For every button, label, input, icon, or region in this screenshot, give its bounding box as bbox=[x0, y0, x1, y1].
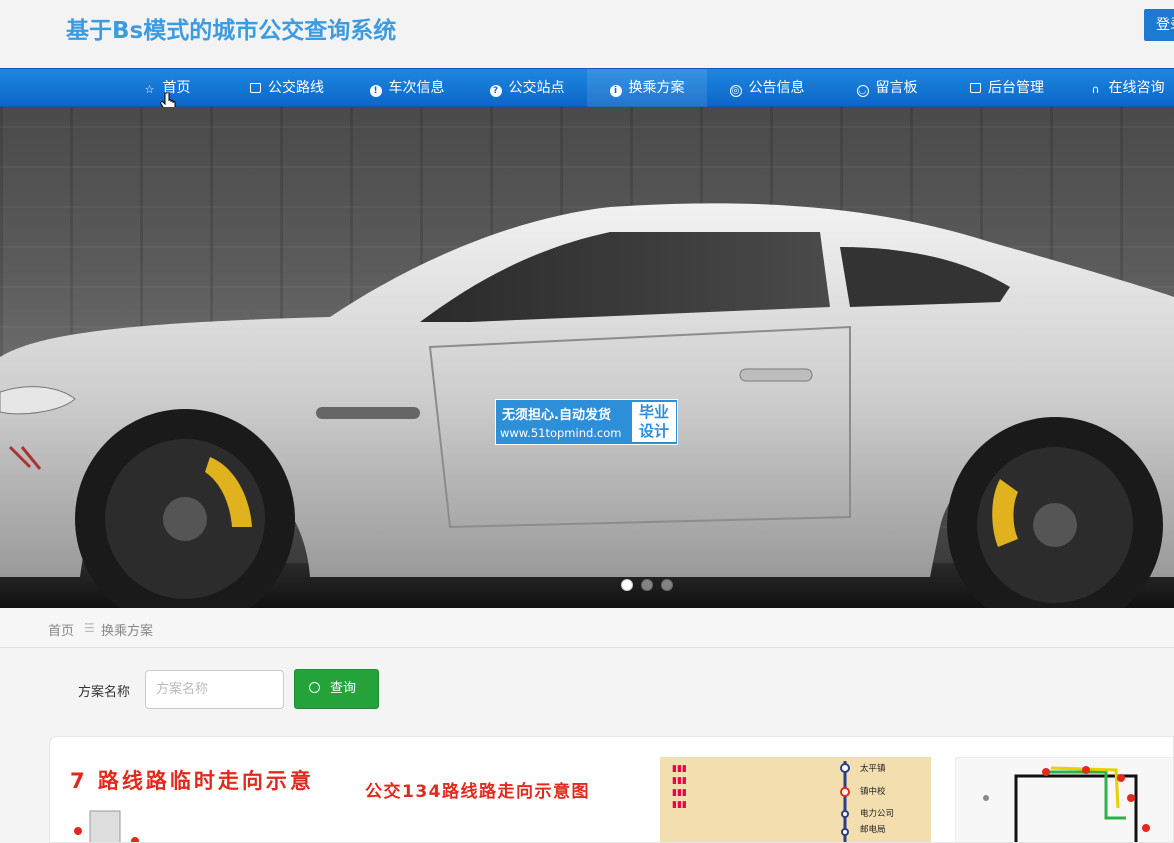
carousel-dot-1[interactable] bbox=[621, 579, 633, 591]
nav-item-label: 留言板 bbox=[875, 80, 918, 96]
watermark-url: www.51topmind.com bbox=[500, 426, 622, 440]
map-stop-label: 电力公司 bbox=[860, 809, 895, 819]
nav-item-stations[interactable]: ? 公交站点 bbox=[467, 69, 587, 107]
site-header: 基于Bs模式的城市公交查询系统 登录 bbox=[0, 0, 1174, 68]
watermark-badge: 无须担心.自动发货 www.51topmind.com 毕业设计 bbox=[495, 399, 678, 445]
nav-item-label: 公交站点 bbox=[508, 80, 565, 96]
sports-car-image bbox=[0, 203, 1174, 608]
headset-icon: ∩ bbox=[1091, 83, 1100, 96]
search-button-label: 查询 bbox=[330, 681, 357, 696]
map-stop-label: 镇中校 bbox=[860, 787, 886, 797]
search-label: 方案名称 bbox=[78, 685, 131, 700]
search-icon bbox=[309, 682, 320, 693]
nav-item-notices[interactable]: ◎ 公告信息 bbox=[707, 69, 827, 107]
nav-item-label: 换乘方案 bbox=[628, 80, 685, 96]
question-icon: ? bbox=[489, 85, 502, 97]
breadcrumb-home[interactable]: 首页 bbox=[48, 620, 74, 639]
route-line bbox=[840, 761, 850, 842]
info-icon: ! bbox=[369, 85, 382, 97]
nav-item-bus-routes[interactable]: 公交路线 bbox=[227, 69, 347, 107]
site-title: 基于Bs模式的城市公交查询系统 bbox=[66, 18, 397, 44]
nav-item-label: 公告信息 bbox=[748, 80, 805, 96]
breadcrumb: 首页 ☰ 换乘方案 bbox=[0, 608, 1174, 648]
nav-item-admin[interactable]: 后台管理 bbox=[947, 69, 1067, 107]
clipboard-icon bbox=[970, 83, 981, 93]
city-map-image bbox=[983, 766, 1150, 842]
main-nav: ☆ 首页 公交路线 ! 车次信息 ? 公交站点 i 换乘方案 ◎ 公告信息 ◡ 留言板 后台… bbox=[0, 68, 1174, 107]
carousel-dot-3[interactable] bbox=[661, 579, 673, 591]
info-icon: i bbox=[609, 85, 622, 97]
route-map-thumbnail[interactable] bbox=[65, 805, 185, 843]
breadcrumb-current: 换乘方案 bbox=[101, 624, 154, 639]
plan-card-title[interactable]: 7 路线路临时走向示意 bbox=[70, 765, 314, 795]
map-stop-label: 太平镇 bbox=[860, 764, 886, 774]
nav-item-online-consult[interactable]: ∩ 在线咨询 bbox=[1067, 69, 1174, 107]
login-button[interactable]: 登录 bbox=[1144, 9, 1174, 41]
nav-item-label: 后台管理 bbox=[988, 80, 1044, 96]
smile-icon: ◡ bbox=[856, 85, 869, 97]
star-icon: ☆ bbox=[144, 83, 155, 96]
nav-item-message-board[interactable]: ◡ 留言板 bbox=[827, 69, 947, 107]
nav-item-label: 公交路线 bbox=[268, 80, 324, 96]
map-stop-label: 邮电局 bbox=[860, 825, 886, 835]
nav-item-trips[interactable]: ! 车次信息 bbox=[347, 69, 467, 107]
nav-item-label: 车次信息 bbox=[388, 80, 445, 96]
bag-icon bbox=[250, 83, 261, 93]
watermark-slogan: 无须担心.自动发货 bbox=[502, 408, 611, 423]
hero-banner[interactable]: 无须担心.自动发货 www.51topmind.com 毕业设计 bbox=[0, 107, 1174, 608]
search-button[interactable]: 查询 bbox=[294, 669, 379, 709]
route-map-thumbnail[interactable]: ▮▮▮ ▮▮▮ ▮▮▮ ▮▮▮ 太平镇 镇中校 电力公司 邮电局 bbox=[660, 757, 931, 842]
nav-item-label: 在线咨询 bbox=[1108, 80, 1165, 96]
plan-card-title[interactable]: 公交134路线路走向示意图 bbox=[365, 777, 590, 802]
target-icon: ◎ bbox=[729, 85, 742, 97]
watermark-badge-text: 毕业设计 bbox=[639, 403, 670, 440]
watermark-label: 毕业设计 bbox=[632, 402, 676, 442]
plan-name-search-input[interactable] bbox=[145, 670, 284, 709]
carousel-dot-2[interactable] bbox=[641, 579, 653, 591]
plan-list: 7 路线路临时走向示意 公交134路线路走向示意图 ▮▮▮ ▮▮▮ ▮▮▮ ▮▮▮ 太… bbox=[49, 736, 1174, 843]
nav-item-transfer-plans[interactable]: i 换乘方案 bbox=[587, 69, 707, 107]
map-legend: ▮▮▮ ▮▮▮ ▮▮▮ ▮▮▮ bbox=[672, 764, 687, 810]
route-map-thumbnail[interactable] bbox=[955, 757, 1173, 842]
breadcrumb-separator-icon: ☰ bbox=[84, 621, 95, 635]
